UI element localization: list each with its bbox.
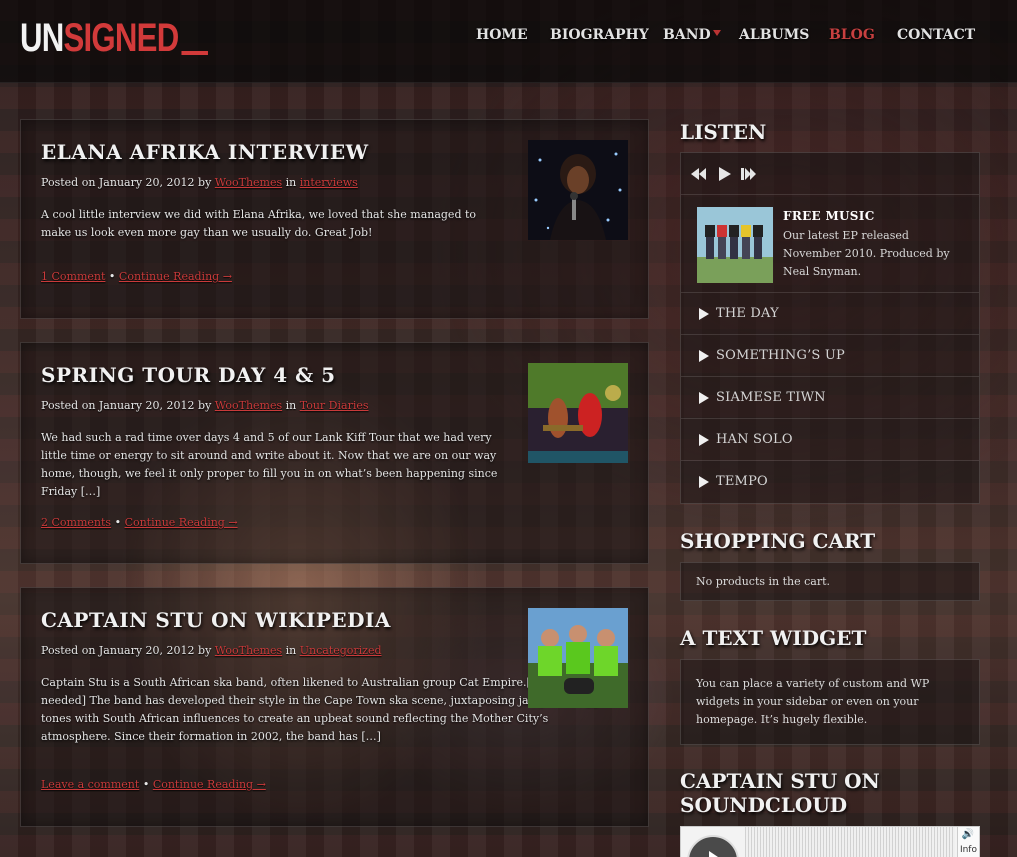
logo-signed: SIGNED — [63, 16, 180, 60]
separator: • — [114, 516, 122, 529]
nav-contact[interactable]: CONTACT — [897, 27, 975, 43]
soundcloud-play-button[interactable] — [687, 835, 739, 857]
post-links: 2 Comments • Continue Reading → — [41, 516, 238, 529]
track-title: SIAMESE TIWN — [716, 390, 826, 405]
post-thumbnail[interactable] — [528, 363, 628, 463]
comments-link[interactable]: 2 Comments — [41, 516, 111, 529]
album-cover[interactable] — [697, 207, 773, 283]
album-info: FREE MUSIC Our latest EP released Novemb… — [681, 195, 979, 293]
play-icon[interactable] — [717, 167, 733, 181]
post-in: in — [285, 644, 297, 657]
post-category-link[interactable]: Tour Diaries — [300, 399, 369, 412]
post-links: Leave a comment • Continue Reading → — [41, 778, 266, 791]
play-icon — [699, 476, 709, 488]
track-title: THE DAY — [716, 306, 779, 321]
site-logo[interactable]: UNSIGNED — [20, 16, 209, 60]
info-button[interactable]: Info — [960, 845, 977, 855]
track-title: HAN SOLO — [716, 432, 793, 447]
previous-icon[interactable] — [691, 167, 707, 181]
track-item[interactable]: THE DAY — [681, 293, 979, 335]
post-links: 1 Comment • Continue Reading → — [41, 270, 232, 283]
post-meta: Posted on January 20, 2012 by WooThemes … — [41, 176, 358, 189]
track-item[interactable]: HAN SOLO — [681, 419, 979, 461]
waveform[interactable] — [745, 827, 955, 857]
post-date: Posted on January 20, 2012 by — [41, 644, 212, 657]
separator: • — [108, 270, 116, 283]
continue-reading-link[interactable]: Continue Reading → — [119, 270, 232, 283]
comments-link[interactable]: 1 Comment — [41, 270, 105, 283]
text-widget-body: You can place a variety of custom and WP… — [696, 677, 930, 726]
chevron-down-icon — [713, 30, 721, 36]
cart-panel: No products in the cart. — [680, 562, 980, 601]
post-thumbnail[interactable] — [528, 608, 628, 708]
music-player: FREE MUSIC Our latest EP released Novemb… — [680, 152, 980, 504]
post-category-link[interactable]: interviews — [300, 176, 358, 189]
nav-blog[interactable]: BLOG — [829, 27, 875, 43]
listen-widget-title: LISTEN — [680, 120, 767, 144]
text-widget-panel: You can place a variety of custom and WP… — [680, 659, 980, 745]
logo-cursor — [181, 51, 209, 55]
cart-empty-text: No products in the cart. — [696, 575, 831, 588]
post-author-link[interactable]: WooThemes — [215, 644, 282, 657]
track-item[interactable]: SOMETHING’S UP — [681, 335, 979, 377]
nav-home[interactable]: HOME — [476, 27, 528, 43]
post-excerpt: A cool little interview we did with Elan… — [41, 208, 477, 239]
nav-band[interactable]: BAND — [663, 27, 711, 43]
post-title[interactable]: ELANA AFRIKA INTERVIEW — [41, 140, 369, 164]
play-icon — [699, 308, 709, 320]
nav-biography[interactable]: BIOGRAPHY — [550, 27, 649, 43]
post-title[interactable]: CAPTAIN STU ON WIKIPEDIA — [41, 608, 391, 632]
post-thumbnail[interactable] — [528, 140, 628, 240]
comments-link[interactable]: Leave a comment — [41, 778, 139, 791]
post-author-link[interactable]: WooThemes — [215, 399, 282, 412]
post-excerpt: We had such a rad time over days 4 and 5… — [41, 431, 498, 498]
site-header: UNSIGNED HOME BIOGRAPHY BAND ALBUMS BLOG… — [0, 0, 1017, 83]
post-date: Posted on January 20, 2012 by — [41, 399, 212, 412]
volume-icon[interactable]: 🔊 — [962, 829, 974, 840]
album-description: Our latest EP released November 2010. Pr… — [783, 229, 950, 278]
play-icon — [699, 434, 709, 446]
play-icon — [699, 350, 709, 362]
post-author-link[interactable]: WooThemes — [215, 176, 282, 189]
continue-reading-link[interactable]: Continue Reading → — [153, 778, 266, 791]
post-title[interactable]: SPRING TOUR DAY 4 & 5 — [41, 363, 336, 387]
separator: • — [142, 778, 150, 791]
track-item[interactable]: SIAMESE TIWN — [681, 377, 979, 419]
continue-reading-link[interactable]: Continue Reading → — [125, 516, 238, 529]
soundcloud-widget-title: CAPTAIN STU ON SOUNDCLOUD — [680, 769, 880, 817]
logo-un: UN — [20, 16, 64, 60]
post-meta: Posted on January 20, 2012 by WooThemes … — [41, 399, 369, 412]
track-item[interactable]: TEMPO — [681, 461, 979, 503]
track-title: SOMETHING’S UP — [716, 348, 845, 363]
text-widget-title: A TEXT WIDGET — [680, 626, 867, 650]
blog-post: ELANA AFRIKA INTERVIEW Posted on January… — [20, 119, 649, 319]
album-title: FREE MUSIC — [783, 209, 875, 223]
post-in: in — [285, 399, 297, 412]
post-date: Posted on January 20, 2012 by — [41, 176, 212, 189]
blog-post: CAPTAIN STU ON WIKIPEDIA Posted on Janua… — [20, 587, 649, 827]
post-meta: Posted on January 20, 2012 by WooThemes … — [41, 644, 382, 657]
soundcloud-player: 🔊 Info — [680, 826, 980, 857]
post-in: in — [285, 176, 297, 189]
blog-post: SPRING TOUR DAY 4 & 5 Posted on January … — [20, 342, 649, 564]
nav-albums[interactable]: ALBUMS — [739, 27, 809, 43]
track-title: TEMPO — [716, 474, 768, 489]
cart-widget-title: SHOPPING CART — [680, 529, 876, 553]
player-controls — [681, 153, 979, 195]
play-icon — [699, 392, 709, 404]
soundcloud-side-panel: 🔊 Info — [957, 827, 979, 857]
post-category-link[interactable]: Uncategorized — [300, 644, 382, 657]
next-icon[interactable] — [741, 167, 757, 181]
